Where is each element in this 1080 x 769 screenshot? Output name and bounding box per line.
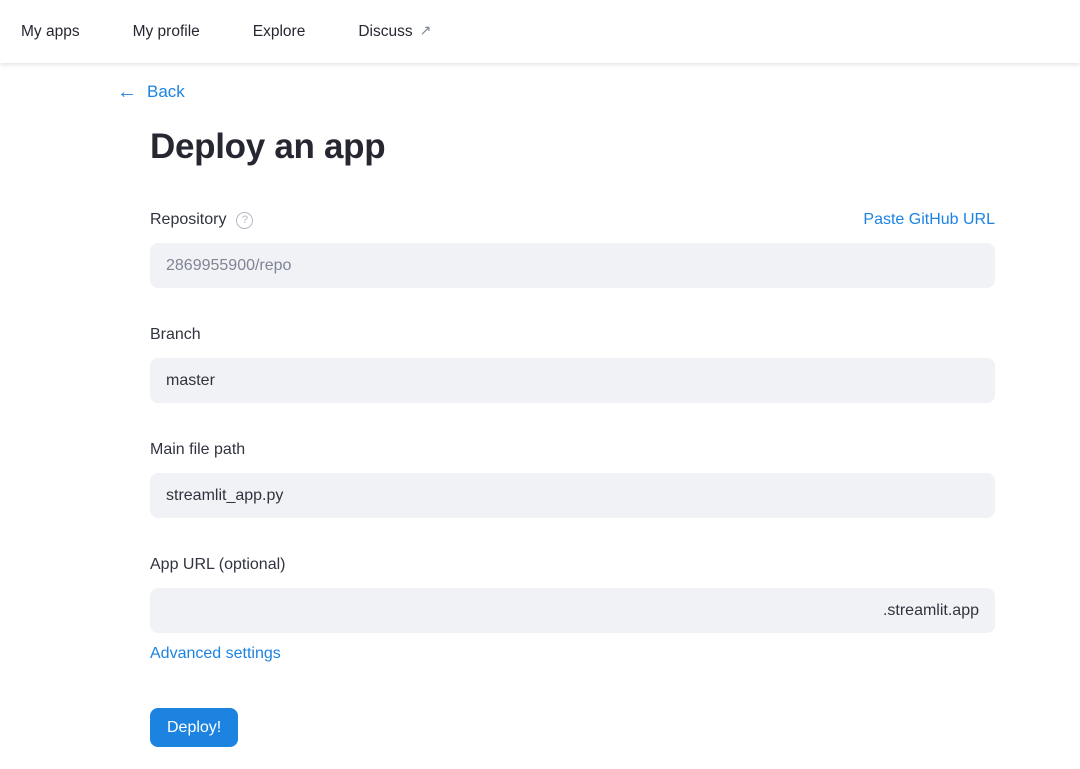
nav-item-discuss-label: Discuss — [358, 23, 412, 41]
nav-item-discuss[interactable]: Discuss ↗ — [358, 23, 431, 41]
nav-item-my-profile[interactable]: My profile — [133, 23, 200, 41]
back-arrow-icon: ← — [117, 82, 137, 102]
branch-field: Branch — [150, 326, 995, 403]
repository-label: Repository — [150, 211, 226, 229]
advanced-settings-link[interactable]: Advanced settings — [150, 645, 281, 663]
nav-item-my-apps[interactable]: My apps — [21, 23, 80, 41]
app-url-suffix: .streamlit.app — [883, 602, 979, 620]
repository-label-group: Repository ? — [150, 211, 253, 229]
back-link[interactable]: ← Back — [117, 82, 185, 102]
deploy-button[interactable]: Deploy! — [150, 708, 238, 747]
main-file-path-field: Main file path — [150, 441, 995, 518]
repository-field: Repository ? Paste GitHub URL — [150, 211, 995, 288]
app-url-field: App URL (optional) .streamlit.app — [150, 556, 995, 633]
nav-item-explore[interactable]: Explore — [253, 23, 306, 41]
branch-input[interactable] — [150, 358, 995, 403]
main-file-path-input[interactable] — [150, 473, 995, 518]
paste-github-url-link[interactable]: Paste GitHub URL — [863, 211, 995, 229]
repository-label-row: Repository ? Paste GitHub URL — [150, 211, 995, 229]
app-url-input-wrap[interactable]: .streamlit.app — [150, 588, 995, 633]
app-url-input[interactable] — [166, 588, 883, 633]
app-url-label-row: App URL (optional) — [150, 556, 995, 574]
repository-input[interactable] — [150, 243, 995, 288]
help-icon[interactable]: ? — [236, 212, 253, 229]
top-nav: My apps My profile Explore Discuss ↗ — [0, 0, 1080, 63]
app-url-label: App URL (optional) — [150, 556, 285, 574]
main-file-path-label-row: Main file path — [150, 441, 995, 459]
main-file-path-label: Main file path — [150, 441, 245, 459]
branch-label: Branch — [150, 326, 201, 344]
branch-label-row: Branch — [150, 326, 995, 344]
external-link-icon: ↗ — [420, 22, 432, 39]
deploy-page: ← Back Deploy an app Repository ? Paste … — [150, 63, 995, 747]
back-label: Back — [147, 82, 185, 102]
page-title: Deploy an app — [150, 127, 995, 167]
